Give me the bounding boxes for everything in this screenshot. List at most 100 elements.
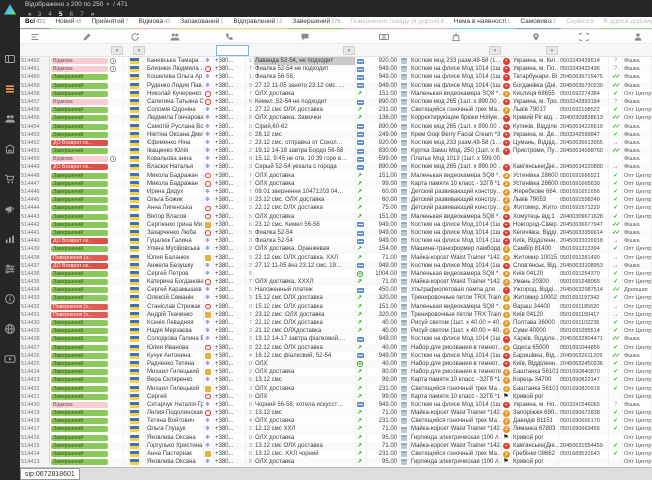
order-row[interactable]: 514417ЗавершенийОльга Глущук❄+380...212.… (20, 425, 652, 433)
order-row[interactable]: 514434ЗавершенийСергей Карамышев❄+380...… (20, 286, 652, 294)
order-row[interactable]: 514447ЗавершенийМикола Бадражан+380...7О… (20, 180, 652, 188)
tab-відмова[interactable]: Відмова42 (133, 17, 175, 30)
order-row[interactable]: 514440ДО Возврат ок...Гуцалюк Галина❄+38… (20, 237, 652, 245)
sidebar-item-cart[interactable] (0, 166, 20, 196)
order-row[interactable]: 514460ЗавершенийКошелева Ольга Ар…❄+380.… (20, 73, 652, 81)
status-badge: Відмова (51, 58, 108, 64)
order-row[interactable]: 514418ЗавершенийТетяна Войтович❄+380...4… (20, 417, 652, 425)
order-row[interactable]: 514426ЗавершенийКучук Антонина+380...416… (20, 352, 652, 360)
order-row[interactable]: 514419ЗавершенийЛилия Подолинская+380...… (20, 409, 652, 417)
order-row[interactable]: 514455ЗавершенийЛюдмила Гончарова❄+380..… (20, 114, 652, 122)
sidebar-item-video[interactable] (0, 346, 20, 376)
order-row[interactable]: 514453ЗавершенийНікітіна Оксана Дми…❄+38… (20, 131, 652, 139)
tracking-number: 20450633226918 (559, 237, 609, 245)
order-row[interactable]: 514456ЗавершенийСоломія Сідоніна❄+380...… (20, 106, 652, 114)
order-row[interactable]: 514446ЗавершенийИрина Дидух❄+380...709.0… (20, 188, 652, 196)
order-row[interactable]: 514448ЗавершенийМикола Бадражан+380...7О… (20, 172, 652, 180)
order-row[interactable]: 514432Повернення (з...Станіслав Стрижак+… (20, 303, 652, 311)
manager-tag: Опт Центр (623, 458, 652, 466)
page-size-caret-icon[interactable]: ▼ (105, 2, 110, 8)
message-count: 9 (246, 82, 254, 90)
delivery-check: → (609, 311, 623, 319)
nova-poshta-icon: + (503, 83, 510, 90)
order-row[interactable]: 514422ЗавершенийМихаил Гилецький+380...3… (20, 385, 652, 393)
order-row[interactable]: 514438Повернення (з...Юлия Баланюк+380..… (20, 254, 652, 262)
order-row[interactable]: 514431Повернення (з...Андрій Ткаченко+38… (20, 311, 652, 319)
tab-в-дорозі-додому[interactable]: В дорозі додому0 (599, 17, 652, 30)
tab-нема-в-наявності[interactable]: Нема в наявності1 (449, 17, 516, 30)
delivery-address: Київ, Відділенн… (512, 237, 559, 245)
order-row[interactable]: 514444ЗавершенийАнна Липенська+380...322… (20, 204, 652, 212)
order-row[interactable]: 514430ЗавершенийКсенія Левадняя❄+380...7… (20, 319, 652, 327)
tab-повернення-товару-в-дорозі-[interactable]: Повернення товару (в дорозі)0 (345, 17, 448, 30)
client-source: ❄ (204, 434, 214, 442)
sidebar-item-settings[interactable] (0, 256, 20, 286)
order-row[interactable]: 514424ЗавершенийМихаил Гилецький+380...3… (20, 368, 652, 376)
order-row[interactable]: 514435ЗавершенийКатерина Богданова+380..… (20, 278, 652, 286)
tab-завершений[interactable]: Завершений278 (287, 17, 345, 30)
order-row[interactable]: 514452ДО Возврат ок...Єфименко Ніна❄+380… (20, 139, 652, 147)
tab-всі[interactable]: Всі471 (20, 17, 50, 30)
sidebar-item-customers[interactable] (0, 106, 20, 136)
order-row[interactable]: 514416ЗавершенийЯковлева Оксана❄+380...0… (20, 434, 652, 442)
tab-відправлений[interactable]: Відправлений12 (228, 17, 287, 30)
order-row[interactable]: 514445ЗавершенийОльга Божик❄+380...923.1… (20, 196, 652, 204)
order-row[interactable]: 514414ЗавершенийАнна Пастернак+380...513… (20, 450, 652, 458)
order-row[interactable]: 514439ЗавершенийУляна Мусійовська❄+380..… (20, 245, 652, 253)
order-row[interactable]: 514428ЗавершенийСолодкова Галина В…❄+380… (20, 335, 652, 343)
filter-dropdown-col1[interactable]: ▼ (111, 46, 123, 55)
filter-dropdown-col13[interactable]: ▼ (546, 46, 558, 55)
order-row[interactable]: 514436ЗавершенийСергей Петров❄+380...5₴1… (20, 270, 652, 278)
order-row[interactable]: 514425ЗавершенийРадченко Тетяна❄+380...0… (20, 360, 652, 368)
order-row[interactable]: 514457ВідмоваСалегина Татьяна С…+380...5… (20, 98, 652, 106)
filter-dropdown-col7[interactable]: ▼ (343, 46, 355, 55)
order-status: Відмова (50, 98, 124, 106)
order-row[interactable]: 514420ВідмоваСитарчук Наталія Гр…❄+380..… (20, 401, 652, 409)
order-row[interactable]: 514441ЗавершенийЗахарченко Люба+380...5Ф… (20, 229, 652, 237)
order-comment: Чорний 56-58, хотела искусст… (254, 401, 356, 409)
filter-dropdown-col11[interactable]: ▼ (489, 46, 501, 55)
order-row[interactable]: 514458ЗавершенийНиколай Кучеренко+380...… (20, 90, 652, 98)
sidebar-item-marketing[interactable] (0, 196, 20, 226)
order-row[interactable]: 514433ЗавершенийОлексій Семанін❄+380...3… (20, 294, 652, 302)
tab-сервіси[interactable]: Сервіси0 (561, 17, 599, 30)
tab-прийнятий[interactable]: Прийнятий7 (86, 17, 133, 30)
order-row[interactable]: 514451ЗавершенийІващенко Юлія❄+380...219… (20, 147, 652, 155)
order-comment: 27.12 11-05 внз 23.12 смс. 19… (254, 262, 356, 270)
order-row[interactable]: 514442ЗавершенийСергіюнко Ірина Ми…+380.… (20, 221, 652, 229)
sidebar-item-shop[interactable] (0, 136, 20, 166)
order-row[interactable]: 514461ВідмоваБлизнюк Людмила …+380...7Фи… (20, 65, 652, 73)
sidebar-item-dashboard[interactable] (0, 46, 20, 76)
tab-новий[interactable]: Новий48 (50, 17, 86, 30)
order-row[interactable]: 514421ЗавершенийСергей+380...0ОЛХ↗99.00К… (20, 393, 652, 401)
order-row[interactable]: 514462ВідмоваКаневська Тамара …❄+380...1… (20, 57, 652, 65)
order-row[interactable]: 514423ЗавершенийВера Скляренко❄+380...51… (20, 376, 652, 384)
app-logo-icon[interactable] (0, 0, 20, 18)
order-row[interactable]: 514443ЗавершенийВіктор Власов+380...5ОЛХ… (20, 213, 652, 221)
order-row[interactable]: 514427ЗавершенийЮлия Иванова+380...822.1… (20, 344, 652, 352)
order-id: 514451 (20, 147, 50, 155)
phone-filter-input[interactable] (216, 45, 249, 56)
order-row[interactable]: 514413ЗавершенийЯковлева Оксана❄+380...8… (20, 458, 652, 466)
payment-type: ↗ (356, 434, 367, 442)
order-comment: 13.12 смс ОЛХ доставка (254, 442, 356, 450)
sidebar-item-info[interactable] (0, 286, 20, 316)
order-total: 151.00 (367, 90, 400, 98)
filter-dropdown-col2[interactable]: ▼ (133, 46, 145, 55)
order-row[interactable]: 514437ДО Возврат ок...Анжела Безушку❄+38… (20, 262, 652, 270)
status-badge: Завершений (51, 91, 108, 97)
sidebar-item-statistics[interactable] (0, 226, 20, 256)
payment-type: ↗ (356, 172, 367, 180)
order-row[interactable]: 514450ВідмоваКовальова анна❄+380...815.1… (20, 155, 652, 163)
order-comment: Фиалка 52-54 (254, 237, 356, 245)
tab-запакований[interactable]: Запакований1 (175, 17, 228, 30)
order-row[interactable]: 514449ДО Возврат ок...Власюк Наталья❄+38… (20, 163, 652, 171)
order-row[interactable]: 514429ЗавершенийНадія Мерзаєва❄+380...32… (20, 327, 652, 335)
sidebar-item-network[interactable] (0, 316, 20, 346)
delivery-service: J (502, 368, 512, 376)
order-row[interactable]: 514454ЗавершенийСамотій Руслана Во…❄+380… (20, 123, 652, 131)
order-row[interactable]: 514459ЗавершенийРуденко Лидия Пав…❄+380.… (20, 82, 652, 90)
order-row[interactable]: 514415ЗавершенийГоргулько Христина…❄+380… (20, 442, 652, 450)
sidebar-item-orders[interactable] (0, 76, 20, 106)
tab-самовивіз[interactable]: Самовивіз2 (515, 17, 561, 30)
